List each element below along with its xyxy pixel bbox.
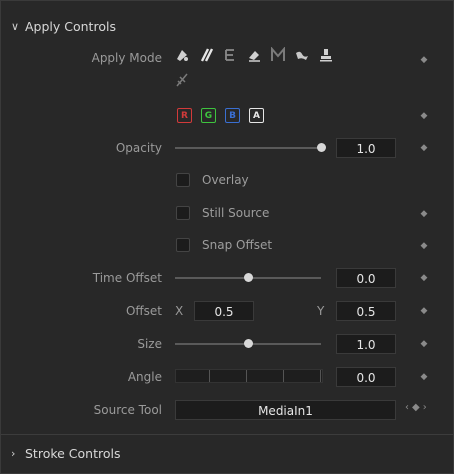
time-offset-label: Time Offset (92, 271, 162, 285)
time-offset-value-field[interactable]: 0.0 (336, 268, 396, 288)
channel-r-toggle[interactable]: R (177, 108, 192, 123)
offset-y-label: Y (317, 304, 325, 318)
channels-keyframe-diamond[interactable]: ◆ (417, 109, 431, 123)
angle-value-field[interactable]: 0.0 (336, 367, 396, 387)
size-value-field[interactable]: 1.0 (336, 334, 396, 354)
snap-offset-label: Snap Offset (202, 238, 273, 252)
apply-mode-toolbar (173, 46, 383, 70)
still-source-checkbox[interactable] (176, 206, 190, 220)
size-label: Size (137, 337, 162, 351)
overlay-checkbox[interactable] (176, 173, 190, 187)
opacity-keyframe-diamond[interactable]: ◆ (417, 141, 431, 155)
channel-b-toggle[interactable]: B (225, 108, 240, 123)
offset-y-field[interactable]: 0.5 (336, 301, 396, 321)
still-source-keyframe-diamond[interactable]: ◆ (417, 207, 431, 221)
stroke-controls-title: Stroke Controls (25, 445, 121, 461)
eraser-mode-icon[interactable] (245, 46, 263, 64)
offset-x-field[interactable]: 0.5 (194, 301, 254, 321)
chevron-right-icon: › (11, 446, 16, 460)
offset-x-label: X (175, 304, 184, 318)
apply-controls-title: Apply Controls (25, 18, 116, 34)
stroke-controls-header[interactable]: › Stroke Controls (11, 442, 121, 464)
erase-mode-icon[interactable] (221, 46, 239, 64)
chevron-down-icon: ∨ (11, 19, 20, 33)
wire-mode-icon[interactable] (173, 71, 191, 89)
paint-mode-icon[interactable] (173, 46, 191, 64)
snap-offset-keyframe-diamond[interactable]: ◆ (417, 239, 431, 253)
time-offset-keyframe-diamond[interactable]: ◆ (417, 271, 431, 285)
chevron-left-icon[interactable]: ‹ (405, 402, 409, 413)
apply-mode-keyframe-diamond[interactable]: ◆ (417, 53, 431, 67)
offset-keyframe-diamond[interactable]: ◆ (417, 304, 431, 318)
time-offset-slider-knob[interactable] (243, 273, 253, 282)
inspector-panel: ∨ Apply Controls Apply Mode ◆ R G B A ◆ … (0, 0, 454, 474)
brush-mode-icon[interactable] (197, 46, 215, 64)
source-tool-field[interactable]: MediaIn1 (175, 400, 396, 420)
channel-g-toggle[interactable]: G (201, 108, 216, 123)
stamp-mode-icon[interactable] (317, 46, 335, 64)
keyframe-diamond-icon[interactable]: ◆ (412, 402, 420, 413)
merge-mode-icon[interactable] (269, 46, 287, 64)
angle-keyframe-diamond[interactable]: ◆ (417, 370, 431, 384)
apply-mode-label: Apply Mode (91, 51, 162, 65)
still-source-label: Still Source (202, 206, 270, 220)
size-keyframe-diamond[interactable]: ◆ (417, 337, 431, 351)
snap-offset-checkbox[interactable] (176, 238, 190, 252)
source-tool-label: Source Tool (93, 403, 162, 417)
opacity-label: Opacity (115, 141, 162, 155)
overlay-label: Overlay (202, 173, 249, 187)
opacity-slider[interactable] (175, 147, 321, 149)
apply-controls-header[interactable]: ∨ Apply Controls (11, 15, 116, 37)
offset-label: Offset (125, 304, 162, 318)
opacity-slider-knob[interactable] (316, 143, 326, 152)
angle-label: Angle (127, 370, 162, 384)
size-slider-knob[interactable] (243, 339, 253, 348)
source-tool-connect-controls: ‹ ◆ › (405, 402, 427, 413)
angle-thumbwheel[interactable] (175, 369, 323, 383)
chevron-right-icon[interactable]: › (423, 402, 427, 413)
opacity-value-field[interactable]: 1.0 (336, 138, 396, 158)
smear-mode-icon[interactable] (293, 46, 311, 64)
section-divider (1, 434, 453, 435)
channel-toggles: R G B A (177, 108, 264, 123)
channel-a-toggle[interactable]: A (249, 108, 264, 123)
